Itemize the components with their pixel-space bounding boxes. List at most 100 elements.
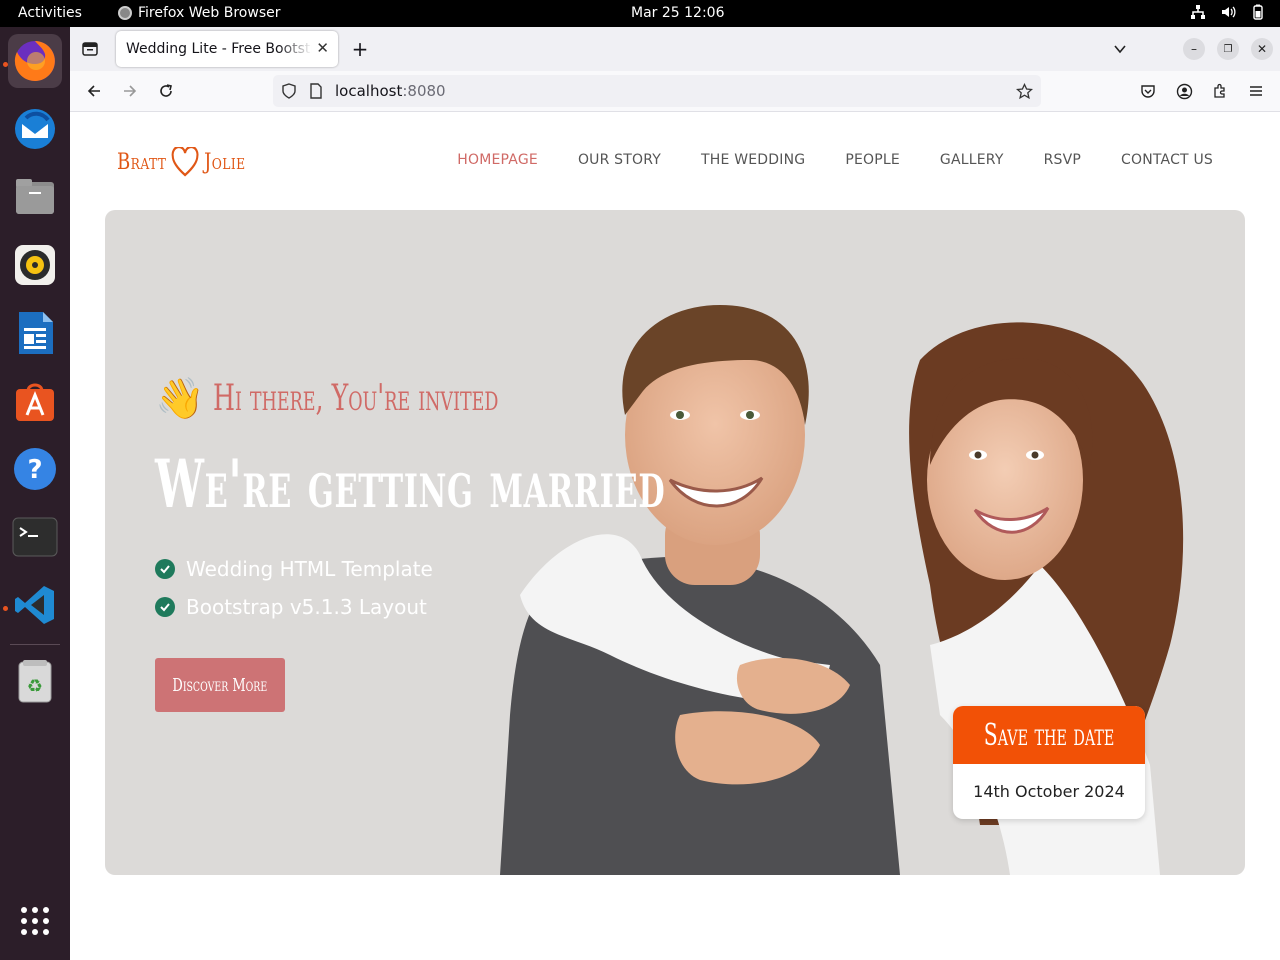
feature-list: Wedding HTML Template Bootstrap v5.1.3 L… [155,550,433,626]
dock-firefox[interactable] [8,34,62,88]
hamburger-icon [1250,86,1262,96]
firefox-view-icon [82,42,98,56]
nav-rsvp[interactable]: RSVP [1044,152,1081,168]
files-icon [16,179,54,214]
dock-vscode[interactable] [8,578,62,632]
greeting-text: Hi there, You're invited [212,378,499,419]
feature-text: Wedding HTML Template [186,557,433,581]
nav-the-wedding[interactable]: THE WEDDING [701,152,805,168]
puzzle-icon [1214,83,1225,98]
logo-name-right: Jolie [204,149,246,175]
url-text[interactable]: localhost:8080 [335,82,446,100]
hero-headline: We're getting married [155,445,666,523]
list-all-tabs-button[interactable] [1110,39,1130,59]
check-circle-icon [155,559,175,579]
back-button[interactable] [84,81,104,101]
feature-item: Wedding HTML Template [155,550,433,588]
firefox-icon [14,41,55,81]
dock-ubuntu-software[interactable] [8,374,62,428]
terminal-icon [12,517,58,557]
nav-our-story[interactable]: OUR STORY [578,152,661,168]
svg-text:♻: ♻ [27,676,43,697]
discover-more-button[interactable]: Discover More [155,658,285,712]
heart-icon [171,147,199,177]
volume-icon [1222,6,1236,18]
nav-contact-us[interactable]: CONTACT US [1121,152,1213,168]
save-the-date-card: Save the date 14th October 2024 [953,706,1145,819]
navigation-toolbar: localhost:8080 [70,71,1280,112]
nav-homepage[interactable]: HOMEPAGE [457,152,538,168]
minimize-button[interactable]: – [1183,38,1205,60]
shield-icon[interactable] [281,83,297,99]
dock: ? ♻ [0,27,70,960]
tab-bar: Wedding Lite - Free Bootstrap ✕ + – ❐ ✕ [70,27,1280,71]
menu-button[interactable] [1246,81,1266,101]
tab-close-icon[interactable]: ✕ [316,39,329,57]
maximize-button[interactable]: ❐ [1217,38,1239,60]
close-icon: ✕ [1256,42,1268,56]
dock-thunderbird[interactable] [8,102,62,156]
dock-writer[interactable] [8,306,62,360]
restore-icon: ❐ [1223,43,1233,55]
discover-more-label: Discover More [172,674,268,696]
waving-hand-icon: 👋 [155,375,205,422]
firefox-small-icon [118,6,132,20]
site-logo[interactable]: Bratt Jolie [117,142,246,182]
dock-separator [10,644,60,645]
greeting: 👋 Hi there, You're invited [155,378,621,419]
feature-item: Bootstrap v5.1.3 Layout [155,588,433,626]
arrow-left-icon [87,85,100,97]
dock-terminal[interactable] [8,510,62,564]
url-port: :8080 [402,82,446,100]
software-store-icon [16,383,54,421]
system-tray[interactable] [1190,4,1266,20]
dock-help[interactable]: ? [8,442,62,496]
account-icon [1176,83,1192,99]
url-bar[interactable]: localhost:8080 [273,75,1041,107]
chevron-down-icon [1114,45,1126,54]
logo-name-left: Bratt [117,149,167,175]
pocket-button[interactable] [1138,81,1158,101]
reload-icon [160,84,172,97]
rhythmbox-icon [15,245,55,285]
arrow-right-icon [124,85,137,97]
trash-icon: ♻ [18,660,52,703]
app-name-label: Firefox Web Browser [138,5,281,21]
firefox-view-button[interactable] [80,39,100,59]
app-menu[interactable]: Firefox Web Browser [118,5,281,21]
app-grid-icon [21,907,49,935]
nav-gallery[interactable]: GALLERY [940,152,1004,168]
save-the-date-title: Save the date [983,717,1115,753]
extensions-button[interactable] [1210,81,1230,101]
check-circle-icon [155,597,175,617]
feature-text: Bootstrap v5.1.3 Layout [186,595,427,619]
show-applications-button[interactable] [8,894,62,948]
web-page: Bratt Jolie HOMEPAGE OUR STORY THE WEDDI… [70,112,1280,960]
bookmark-star-icon[interactable] [1016,82,1033,100]
dock-trash[interactable]: ♻ [8,654,62,708]
forward-button[interactable] [120,81,140,101]
pocket-icon [1141,85,1155,98]
thunderbird-icon [15,109,55,149]
url-host: localhost [335,82,403,100]
activities-button[interactable]: Activities [18,5,82,21]
vscode-icon [15,586,54,624]
dock-rhythmbox[interactable] [8,238,62,292]
nav-people[interactable]: PEOPLE [845,152,900,168]
plus-icon: + [351,37,369,61]
battery-icon [1253,4,1263,20]
network-icon [1191,5,1205,19]
tab-active[interactable]: Wedding Lite - Free Bootstrap ✕ [116,31,338,67]
system-top-bar: Activities Firefox Web Browser Mar 25 12… [0,0,1280,27]
page-icon [310,83,322,99]
minimize-icon: – [1191,42,1197,56]
reload-button[interactable] [156,81,176,101]
dock-files[interactable] [8,170,62,224]
wedding-date: 14th October 2024 [973,782,1125,801]
clock[interactable]: Mar 25 12:06 [631,5,724,21]
new-tab-button[interactable]: + [350,37,370,61]
close-window-button[interactable]: ✕ [1251,38,1273,60]
account-button[interactable] [1174,81,1194,101]
tab-title: Wedding Lite - Free Bootstrap [126,41,312,57]
hero-section: 👋 Hi there, You're invited We're getting… [105,210,1245,875]
